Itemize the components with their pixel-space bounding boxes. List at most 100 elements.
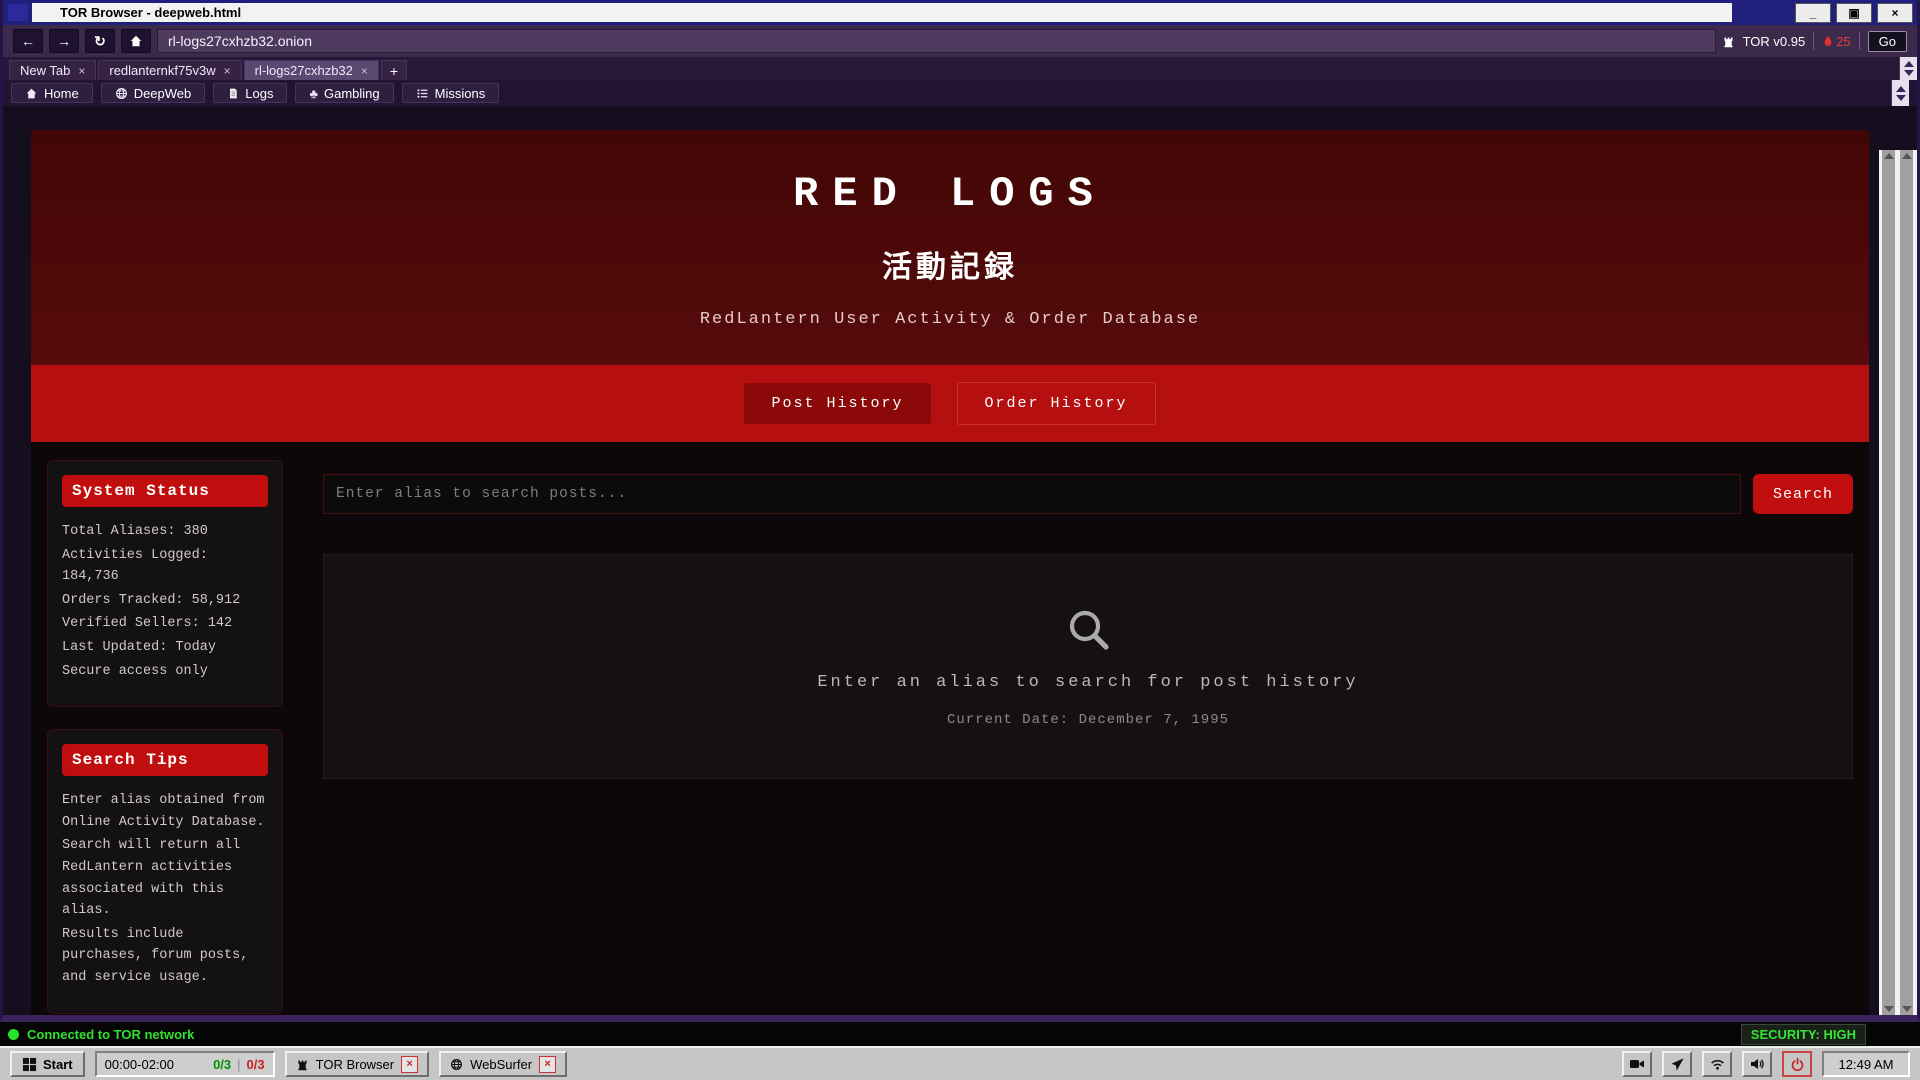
- forward-button[interactable]: →: [49, 29, 79, 53]
- scroll-down-icon: [1902, 1006, 1912, 1012]
- bookmark-missions[interactable]: Missions: [402, 83, 500, 103]
- tab-bar: New Tab × redlanternkf75v3w × rl-logs27c…: [3, 57, 1917, 80]
- tab-close-icon[interactable]: ×: [78, 64, 85, 78]
- volume-tray-button[interactable]: [1742, 1051, 1772, 1077]
- connection-status-text: Connected to TOR network: [27, 1027, 194, 1042]
- search-button[interactable]: Search: [1753, 474, 1853, 514]
- tor-castle-icon: [296, 1058, 309, 1071]
- stat-verified-sellers: Verified Sellers: 142: [62, 613, 268, 635]
- blood-drop-icon: [1822, 34, 1834, 48]
- bookmarks-scroll-spinner[interactable]: [1891, 80, 1909, 106]
- search-tips-panel: Search Tips Enter alias obtained from On…: [47, 729, 283, 1013]
- windows-logo-icon: [22, 1057, 37, 1072]
- tab-label: rl-logs27cxhzb32: [255, 63, 353, 78]
- system-status-panel: System Status Total Aliases: 380 Activit…: [47, 460, 283, 707]
- camera-icon: [1629, 1056, 1645, 1072]
- tab-rl-logs[interactable]: rl-logs27cxhzb32 ×: [244, 60, 379, 80]
- timer-range: 00:00-02:00: [105, 1057, 174, 1072]
- bookmark-deepweb[interactable]: DeepWeb: [101, 83, 206, 103]
- close-app-icon[interactable]: ×: [539, 1056, 556, 1073]
- search-tips-title: Search Tips: [62, 744, 268, 776]
- scroll-down-icon: [1896, 95, 1906, 101]
- tab-post-history[interactable]: Post History: [744, 383, 930, 424]
- browser-viewport: RED LOGS 活動記録 RedLantern User Activity &…: [3, 106, 1917, 1015]
- club-suit-icon: ♣: [309, 87, 318, 100]
- url-input[interactable]: rl-logs27cxhzb32.onion: [157, 29, 1716, 53]
- start-button[interactable]: Start: [10, 1051, 85, 1077]
- timer-separator: |: [237, 1057, 240, 1072]
- page-scrollbar[interactable]: [1882, 150, 1895, 1015]
- page-subtitle: RedLantern User Activity & Order Databas…: [31, 310, 1869, 329]
- home-icon: [129, 34, 143, 48]
- maximize-button[interactable]: ▣: [1836, 3, 1872, 23]
- scroll-down-icon: [1884, 1006, 1894, 1012]
- document-icon: [227, 87, 239, 100]
- speaker-icon: [1749, 1056, 1765, 1072]
- main-content: Search Enter an alias to search for post…: [323, 460, 1853, 1015]
- tab-redlantern[interactable]: redlanternkf75v3w ×: [98, 60, 241, 80]
- tab-order-history[interactable]: Order History: [957, 382, 1156, 425]
- bookmark-label: Gambling: [324, 86, 380, 101]
- go-button[interactable]: Go: [1868, 31, 1907, 52]
- page-header: RED LOGS 活動記録 RedLantern User Activity &…: [31, 130, 1869, 365]
- stat-activities-logged: Activities Logged: 184,736: [62, 545, 268, 588]
- wifi-tray-button[interactable]: [1702, 1051, 1732, 1077]
- power-tray-button[interactable]: [1782, 1051, 1812, 1077]
- bookmark-gambling[interactable]: ♣ Gambling: [295, 83, 393, 103]
- bookmark-logs[interactable]: Logs: [213, 83, 287, 103]
- timer-bad-count: 0/3: [247, 1057, 265, 1072]
- scroll-up-icon: [1902, 153, 1912, 159]
- refresh-button[interactable]: ↻: [85, 29, 115, 53]
- window-icon: [8, 4, 28, 21]
- start-label: Start: [43, 1057, 73, 1072]
- camera-tray-button[interactable]: [1622, 1051, 1652, 1077]
- bookmarks-bar: Home DeepWeb Logs ♣ Gambling Missions: [3, 80, 1917, 106]
- new-tab-button[interactable]: +: [381, 60, 407, 80]
- title-bar: TOR Browser - deepweb.html _ ▣ ×: [3, 0, 1917, 25]
- current-date: Current Date: December 7, 1995: [947, 712, 1229, 728]
- navigation-tray-button[interactable]: [1662, 1051, 1692, 1077]
- tab-close-icon[interactable]: ×: [224, 64, 231, 78]
- browser-scrollbar[interactable]: [1900, 150, 1913, 1015]
- close-button[interactable]: ×: [1877, 3, 1913, 23]
- address-bar: ← → ↻ rl-logs27cxhzb32.onion TOR v0.95 2…: [3, 25, 1917, 57]
- back-button[interactable]: ←: [13, 29, 43, 53]
- search-tip: Results include purchases, forum posts, …: [62, 924, 268, 989]
- tab-close-icon[interactable]: ×: [361, 64, 368, 78]
- tab-label: New Tab: [20, 63, 70, 78]
- stat-total-aliases: Total Aliases: 380: [62, 521, 268, 543]
- connection-status-icon: [8, 1029, 19, 1040]
- scroll-up-icon: [1896, 86, 1906, 92]
- status-bar: Connected to TOR network SECURITY: HIGH: [0, 1022, 1920, 1046]
- alias-search-input[interactable]: [323, 474, 1741, 514]
- results-panel: Enter an alias to search for post histor…: [323, 554, 1853, 779]
- globe-icon: [115, 87, 128, 100]
- bookmark-label: Home: [44, 86, 79, 101]
- bookmark-label: Logs: [245, 86, 273, 101]
- search-row: Search: [323, 474, 1853, 514]
- tor-castle-icon: [1722, 35, 1735, 48]
- blood-count: 25: [1836, 34, 1850, 49]
- red-logs-page: RED LOGS 活動記録 RedLantern User Activity &…: [31, 130, 1869, 1015]
- taskbar-app-websurfer[interactable]: WebSurfer ×: [439, 1051, 567, 1077]
- tab-scroll-spinner[interactable]: [1899, 57, 1917, 80]
- bookmark-label: Missions: [435, 86, 486, 101]
- system-status-title: System Status: [62, 475, 268, 507]
- tab-new-tab[interactable]: New Tab ×: [9, 60, 96, 80]
- cursor-arrow-icon: [1670, 1057, 1685, 1072]
- minimize-button[interactable]: _: [1795, 3, 1831, 23]
- search-tip: Search will return all RedLantern activi…: [62, 835, 268, 921]
- empty-state-message: Enter an alias to search for post histor…: [817, 673, 1358, 692]
- window-title: TOR Browser - deepweb.html: [60, 5, 241, 20]
- history-nav: Post History Order History: [31, 365, 1869, 442]
- divider: [1859, 32, 1860, 50]
- taskbar-app-tor-browser[interactable]: TOR Browser ×: [285, 1051, 430, 1077]
- bookmark-label: DeepWeb: [134, 86, 192, 101]
- close-app-icon[interactable]: ×: [401, 1056, 418, 1073]
- bookmark-home[interactable]: Home: [11, 83, 93, 103]
- session-timer: 00:00-02:00 0/3 | 0/3: [95, 1051, 275, 1077]
- scroll-up-icon: [1904, 61, 1914, 67]
- page-title: RED LOGS: [31, 170, 1869, 218]
- sidebar: System Status Total Aliases: 380 Activit…: [47, 460, 283, 1015]
- home-button[interactable]: [121, 29, 151, 53]
